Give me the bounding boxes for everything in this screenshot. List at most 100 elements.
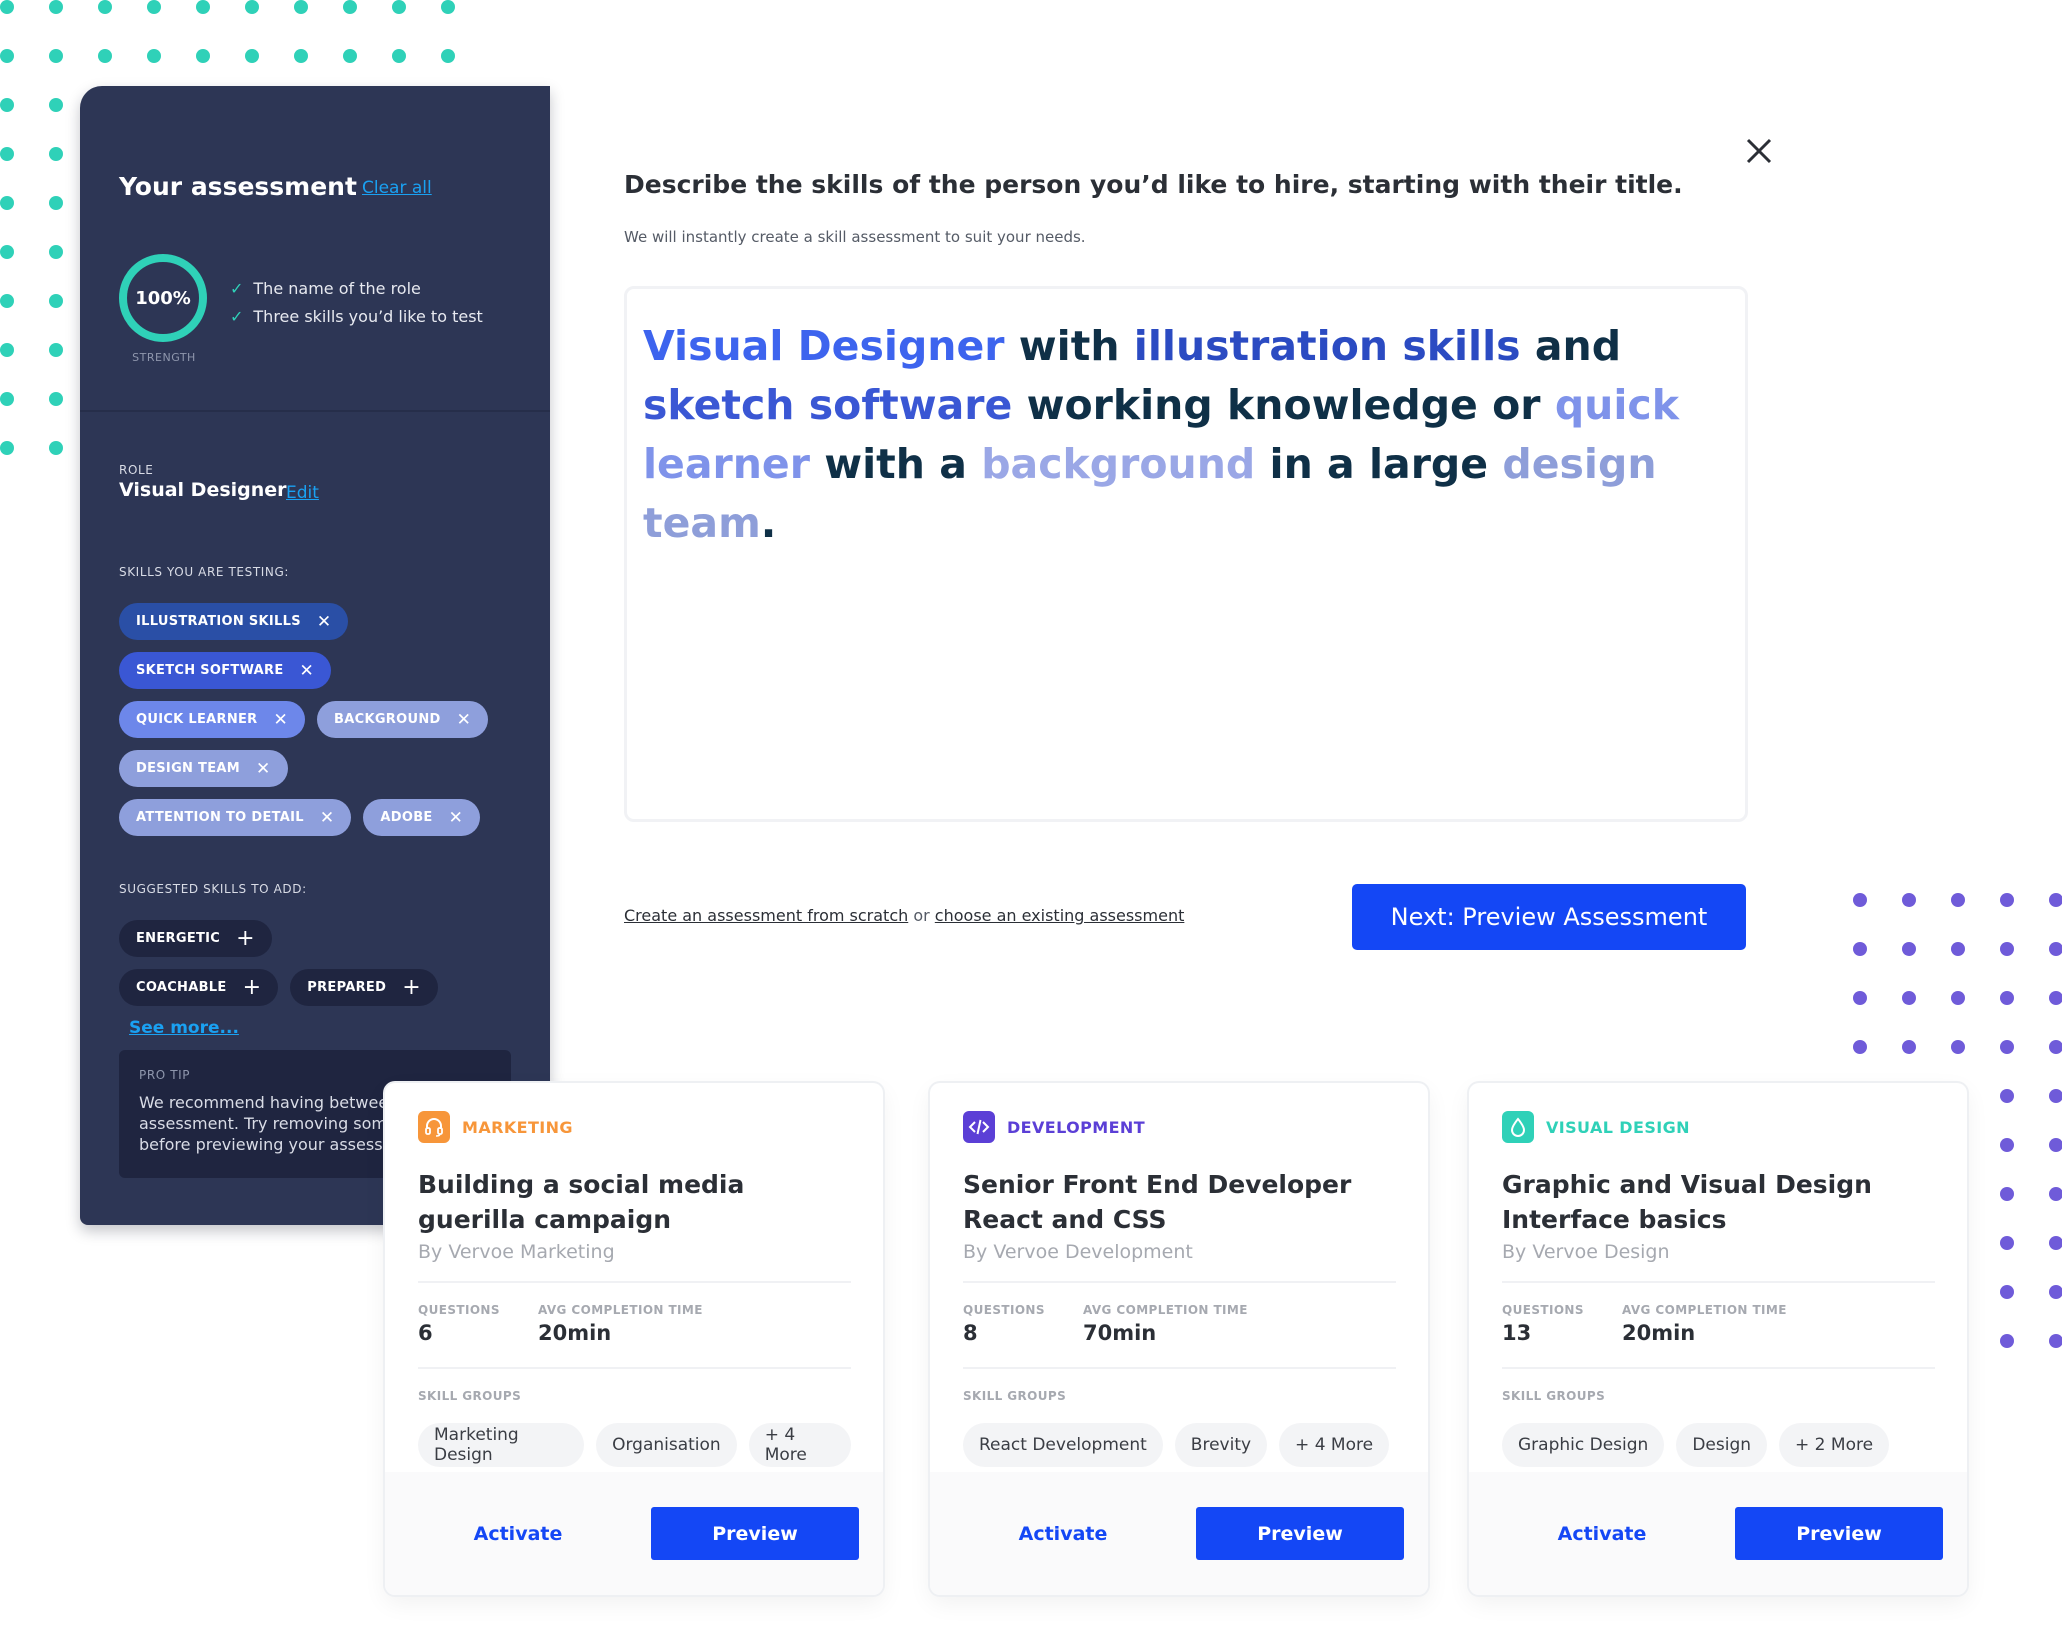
questions-stat: QUESTIONS 13 (1502, 1303, 1622, 1367)
purple-dot (1951, 942, 1965, 956)
teal-dot (49, 245, 63, 259)
skill-highlight: background (981, 440, 1256, 488)
teal-dot (0, 0, 14, 14)
purple-dot (1853, 942, 1867, 956)
skill-groups-label: SKILL GROUPS (963, 1389, 1067, 1403)
suggested-skill-chip[interactable]: COACHABLE + (119, 969, 279, 1006)
skill-chip[interactable]: QUICK LEARNER ✕ (119, 701, 306, 738)
strength-value: 100% (135, 287, 191, 309)
check-icon: ✓ (230, 278, 244, 298)
questions-label: QUESTIONS (1502, 1303, 1584, 1317)
remove-icon[interactable]: ✕ (457, 710, 472, 730)
add-icon[interactable]: + (243, 975, 262, 1000)
divider (963, 1367, 1396, 1369)
strength-checklist: ✓ The name of the role ✓ Three skills you’… (230, 274, 483, 330)
edit-role-link[interactable]: Edit (286, 483, 319, 503)
purple-dot (2049, 1187, 2062, 1201)
close-icon[interactable] (1744, 136, 1774, 166)
skill-group-pill[interactable]: + 4 More (748, 1423, 851, 1467)
remove-icon[interactable]: ✕ (256, 759, 271, 779)
card-stats: QUESTIONS 13 AVG COMPLETION TIME 20min (1502, 1283, 1935, 1367)
clear-all-link[interactable]: Clear all (362, 178, 432, 198)
choose-existing-link[interactable]: choose an existing assessment (935, 906, 1185, 925)
activate-button[interactable]: Activate (963, 1523, 1163, 1545)
questions-value: 8 (963, 1321, 978, 1345)
description-text: with (1004, 322, 1134, 370)
completion-time-label: AVG COMPLETION TIME (538, 1303, 703, 1317)
card-actions: Activate Preview (1469, 1472, 1967, 1595)
remove-icon[interactable]: ✕ (317, 612, 332, 632)
teal-dot (294, 49, 308, 63)
teal-dot (98, 0, 112, 14)
assessment-summary: Your assessment Clear all 100% STRENGTH … (80, 86, 550, 412)
purple-dot (1853, 991, 1867, 1005)
preview-button[interactable]: Preview (651, 1507, 859, 1560)
card-stats: QUESTIONS 8 AVG COMPLETION TIME 70min (963, 1283, 1396, 1367)
category-label: DEVELOPMENT (1007, 1117, 1146, 1137)
preview-button[interactable]: Preview (1735, 1507, 1943, 1560)
completion-time-stat: AVG COMPLETION TIME 20min (1622, 1303, 1882, 1367)
skills-testing-label: SKILLS YOU ARE TESTING: (119, 565, 290, 579)
purple-dot (2049, 1236, 2062, 1250)
purple-dot (2049, 942, 2062, 956)
skill-group-pill: Brevity (1174, 1423, 1268, 1467)
teal-dot (0, 294, 14, 308)
next-preview-assessment-button[interactable]: Next: Preview Assessment (1352, 884, 1746, 950)
purple-dot (2000, 1138, 2014, 1152)
teal-dot (49, 147, 63, 161)
divider (418, 1367, 851, 1369)
teal-dot (245, 0, 259, 14)
teal-dot (98, 49, 112, 63)
skill-groups-label: SKILL GROUPS (1502, 1389, 1606, 1403)
see-more-link[interactable]: See more... (129, 1018, 239, 1038)
remove-icon[interactable]: ✕ (274, 710, 289, 730)
card-title: Graphic and Visual Design Interface basi… (1502, 1170, 1872, 1234)
strength-label: STRENGTH (132, 351, 196, 364)
create-from-scratch-link[interactable]: Create an assessment from scratch (624, 906, 908, 925)
skill-group-pill[interactable]: + 2 More (1779, 1423, 1890, 1467)
checklist-item: ✓ The name of the role (230, 274, 483, 302)
skill-group-pill: Design (1676, 1423, 1768, 1467)
purple-dot (2000, 1334, 2014, 1348)
category-label: VISUAL DESIGN (1546, 1117, 1690, 1137)
strength-meter: 100% (119, 254, 207, 342)
skill-highlight: Visual Designer (643, 322, 1005, 370)
skill-description-input[interactable]: Visual Designer with illustration skills… (624, 286, 1748, 822)
assessment-sidebar: Your assessment Clear all 100% STRENGTH … (80, 86, 550, 1225)
skill-chip-label: QUICK LEARNER (136, 712, 258, 727)
teal-dot (0, 441, 14, 455)
add-icon[interactable]: + (402, 975, 421, 1000)
purple-dot (2049, 991, 2062, 1005)
card-category: MARKETING (418, 1111, 851, 1143)
skill-chip-label: ADOBE (380, 810, 433, 825)
teal-dot (0, 343, 14, 357)
suggested-skill-chip[interactable]: ENERGETIC + (119, 920, 272, 957)
checklist-item-label: Three skills you’d like to test (253, 306, 483, 326)
purple-dot (1902, 942, 1916, 956)
preview-button[interactable]: Preview (1196, 1507, 1404, 1560)
card-author: By Vervoe Marketing (418, 1241, 615, 1263)
divider (1502, 1367, 1935, 1369)
skill-chip[interactable]: ADOBE ✕ (363, 799, 481, 836)
suggested-skill-chip[interactable]: PREPARED + (290, 969, 438, 1006)
remove-icon[interactable]: ✕ (320, 808, 335, 828)
skill-chip[interactable]: BACKGROUND ✕ (317, 701, 489, 738)
card-category: VISUAL DESIGN (1502, 1111, 1935, 1143)
activate-button[interactable]: Activate (1502, 1523, 1702, 1545)
remove-icon[interactable]: ✕ (300, 661, 315, 681)
teal-dot (0, 147, 14, 161)
add-icon[interactable]: + (236, 926, 255, 951)
teal-dot (147, 49, 161, 63)
card-body: VISUAL DESIGN Graphic and Visual Design I… (1469, 1083, 1967, 1467)
skill-group-pill[interactable]: + 4 More (1279, 1423, 1390, 1467)
skill-chip[interactable]: ATTENTION TO DETAIL ✕ (119, 799, 352, 836)
skill-chip[interactable]: SKETCH SOFTWARE ✕ (119, 652, 332, 689)
teal-dot (196, 0, 210, 14)
description-text: with a (809, 440, 982, 488)
activate-button[interactable]: Activate (418, 1523, 618, 1545)
skill-chip[interactable]: DESIGN TEAM ✕ (119, 750, 288, 787)
card-actions: Activate Preview (930, 1472, 1428, 1595)
remove-icon[interactable]: ✕ (449, 808, 464, 828)
skill-chip[interactable]: ILLUSTRATION SKILLS ✕ (119, 603, 349, 640)
teal-dot (0, 196, 14, 210)
